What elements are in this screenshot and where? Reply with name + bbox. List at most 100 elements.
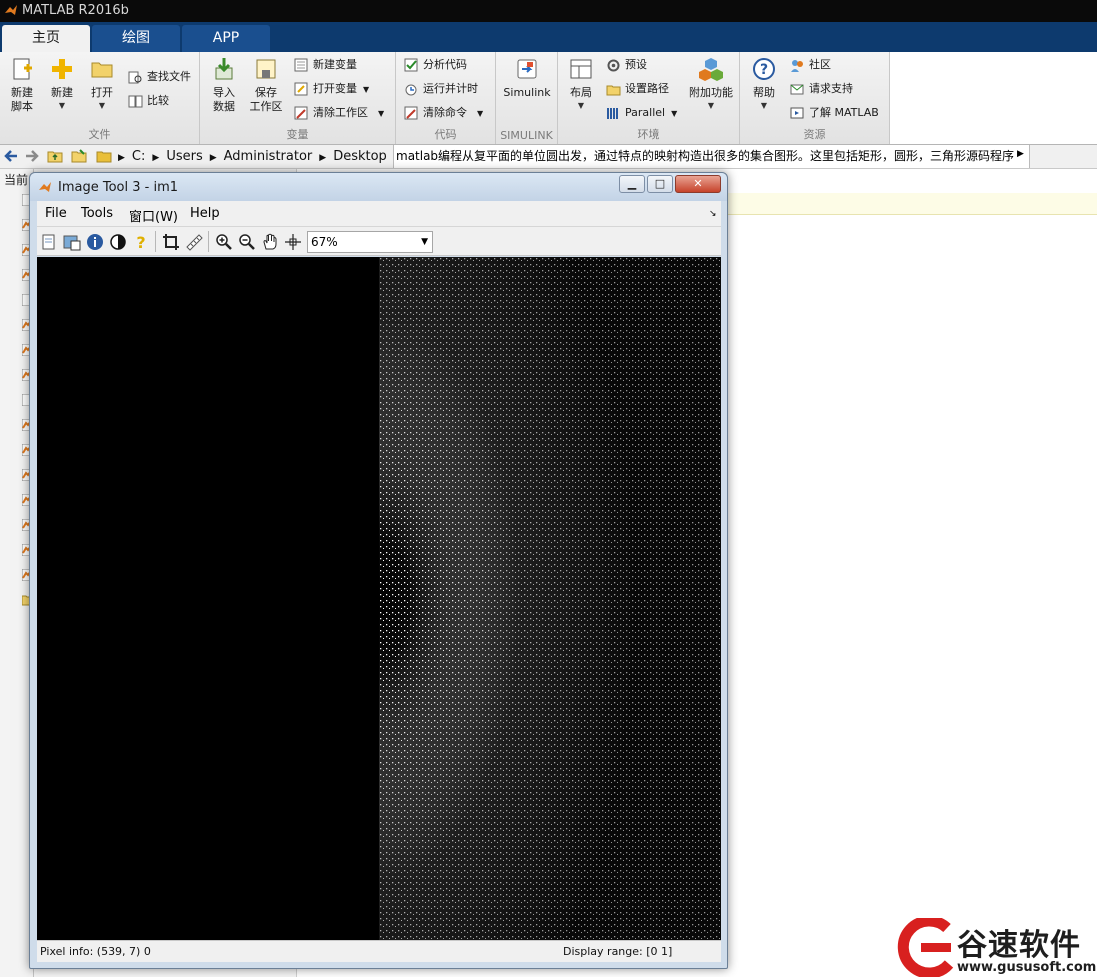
maximize-button[interactable]: □ bbox=[647, 175, 673, 193]
breadcrumb-item[interactable]: Users bbox=[166, 149, 202, 164]
clear-commands-button[interactable]: 清除命令 ▼ bbox=[404, 103, 483, 123]
ribbon-tab-strip: 主页 绘图 APP bbox=[0, 22, 1097, 52]
overview-icon[interactable] bbox=[63, 233, 81, 251]
ribbon-empty-area bbox=[890, 52, 1097, 144]
new-script-button[interactable]: 新建 脚本 bbox=[4, 56, 40, 114]
preferences-button[interactable]: 预设 bbox=[606, 55, 647, 75]
menu-file[interactable]: File bbox=[45, 206, 67, 221]
addons-icon bbox=[699, 58, 723, 81]
breadcrumb-item-folder[interactable]: matlab编程从复平面的单位圆出发，通过特点的映射构造出很多的集合图形。这里包… bbox=[393, 145, 1030, 168]
chevron-right-icon[interactable]: ▶ bbox=[1017, 149, 1024, 159]
layout-icon bbox=[570, 59, 592, 79]
chevron-down-icon[interactable]: ▼ bbox=[378, 109, 384, 118]
help-icon[interactable]: ? bbox=[132, 233, 150, 251]
set-path-button[interactable]: 设置路径 bbox=[606, 79, 669, 99]
window-title: Image Tool 3 - im1 bbox=[58, 180, 179, 195]
folder-icon bbox=[96, 151, 112, 163]
group-title: 代码 bbox=[434, 128, 457, 141]
dock-arrow-icon[interactable]: ↘ bbox=[709, 209, 717, 219]
group-resources: ? 帮助 ▼ 社区 请求支持 了解 MATLAB 资源 bbox=[740, 52, 890, 144]
group-variable: 导入 数据 保存 工作区 新建变量 打开变量 ▼ 清除工作区 ▼ 变量 bbox=[200, 52, 396, 144]
chevron-down-icon[interactable]: ▼ bbox=[477, 109, 483, 118]
analyze-code-icon bbox=[404, 58, 418, 71]
chevron-down-icon[interactable]: ▼ bbox=[363, 85, 369, 94]
minimize-button[interactable]: ▁ bbox=[619, 175, 645, 193]
up-folder-icon[interactable] bbox=[47, 148, 63, 164]
tab-apps[interactable]: APP bbox=[182, 25, 270, 52]
new-variable-button[interactable]: 新建变量 bbox=[294, 55, 357, 75]
layout-button[interactable]: 布局 ▼ bbox=[562, 56, 600, 112]
request-support-icon bbox=[790, 84, 804, 94]
menu-window[interactable]: 窗口(W) bbox=[129, 206, 178, 225]
learn-matlab-button[interactable]: 了解 MATLAB bbox=[790, 103, 879, 123]
new-figure-icon[interactable] bbox=[40, 233, 58, 251]
crop-icon[interactable] bbox=[162, 233, 180, 251]
save-workspace-button[interactable]: 保存 工作区 bbox=[246, 56, 286, 114]
tab-home[interactable]: 主页 bbox=[2, 25, 90, 52]
clear-commands-icon bbox=[404, 106, 418, 119]
chevron-down-icon: ▼ bbox=[58, 101, 66, 110]
parallel-button[interactable]: Parallel ▼ bbox=[606, 103, 677, 123]
forward-arrow-icon[interactable] bbox=[24, 148, 40, 164]
compare-button[interactable]: 比较 bbox=[128, 91, 169, 111]
zoom-in-icon[interactable] bbox=[215, 233, 233, 251]
window-title-bar[interactable]: Image Tool 3 - im1 ▁ □ ✕ bbox=[30, 173, 727, 201]
pixel-region-icon[interactable] bbox=[284, 233, 302, 251]
back-arrow-icon[interactable] bbox=[3, 148, 19, 164]
community-button[interactable]: 社区 bbox=[790, 55, 831, 75]
group-title: 变量 bbox=[286, 128, 309, 141]
simulink-button[interactable]: Simulink bbox=[500, 56, 554, 100]
new-variable-icon bbox=[294, 58, 308, 71]
tab-plots[interactable]: 绘图 bbox=[92, 25, 180, 52]
menu-help[interactable]: Help bbox=[190, 206, 220, 221]
pan-hand-icon[interactable] bbox=[261, 233, 279, 251]
clear-workspace-button[interactable]: 清除工作区 ▼ bbox=[294, 103, 384, 123]
close-button[interactable]: ✕ bbox=[675, 175, 721, 193]
help-button[interactable]: ? 帮助 ▼ bbox=[744, 56, 784, 112]
matlab-logo-icon bbox=[39, 182, 51, 192]
breadcrumb-item[interactable]: C: bbox=[132, 149, 145, 164]
close-icon: ✕ bbox=[693, 177, 703, 190]
plus-icon bbox=[52, 59, 72, 79]
maximize-icon: □ bbox=[654, 177, 666, 190]
addons-button[interactable]: 附加功能 ▼ bbox=[686, 56, 736, 112]
breadcrumb-item[interactable]: Administrator bbox=[224, 149, 313, 164]
zoom-out-icon[interactable] bbox=[238, 233, 256, 251]
zoom-level-select[interactable]: 67% ▼ bbox=[307, 231, 433, 253]
find-files-button[interactable]: 查找文件 bbox=[128, 67, 191, 87]
new-button[interactable]: 新建 ▼ bbox=[44, 56, 80, 112]
svg-text:?: ? bbox=[760, 62, 768, 78]
import-data-button[interactable]: 导入 数据 bbox=[204, 56, 244, 114]
open-button[interactable]: 打开 ▼ bbox=[84, 56, 120, 112]
chevron-down-icon: ▼ bbox=[421, 237, 428, 247]
request-support-button[interactable]: 请求支持 bbox=[790, 79, 853, 99]
community-icon bbox=[791, 59, 803, 72]
chevron-down-icon: ▼ bbox=[577, 101, 585, 110]
contrast-icon[interactable] bbox=[109, 233, 127, 251]
chevron-down-icon: ▼ bbox=[98, 101, 106, 110]
menu-tools[interactable]: Tools bbox=[81, 206, 113, 221]
clear-workspace-icon bbox=[294, 106, 308, 119]
help-icon: ? bbox=[753, 58, 775, 80]
ribbon: 新建 脚本 新建 ▼ 打开 ▼ 查找文件 比较 文件 导入 数据 保存 工作区 bbox=[0, 52, 1097, 145]
group-title: 文件 bbox=[88, 128, 111, 141]
minimize-icon: ▁ bbox=[627, 177, 637, 190]
info-icon[interactable] bbox=[86, 233, 104, 251]
chevron-down-icon[interactable]: ▼ bbox=[671, 109, 677, 118]
group-file: 新建 脚本 新建 ▼ 打开 ▼ 查找文件 比较 文件 bbox=[0, 52, 200, 144]
chevron-down-icon: ▼ bbox=[707, 101, 715, 110]
image-display[interactable] bbox=[37, 257, 721, 940]
run-and-time-icon bbox=[405, 84, 417, 95]
group-environment: 布局 ▼ 预设 设置路径 Parallel ▼ 附加功能 ▼ 环境 bbox=[558, 52, 740, 144]
analyze-code-button[interactable]: 分析代码 bbox=[404, 55, 467, 75]
ruler-icon[interactable] bbox=[185, 233, 203, 251]
matlab-logo-icon bbox=[5, 5, 17, 15]
browse-folder-icon[interactable] bbox=[71, 148, 87, 164]
run-and-time-button[interactable]: 运行并计时 bbox=[404, 79, 478, 99]
folder-icon bbox=[91, 62, 113, 78]
find-files-icon bbox=[128, 71, 142, 83]
group-code: 分析代码 运行并计时 清除命令 ▼ 代码 bbox=[396, 52, 496, 144]
zoom-level-value: 67% bbox=[311, 235, 338, 249]
open-variable-button[interactable]: 打开变量 ▼ bbox=[294, 79, 369, 99]
breadcrumb-item[interactable]: Desktop bbox=[333, 149, 387, 164]
